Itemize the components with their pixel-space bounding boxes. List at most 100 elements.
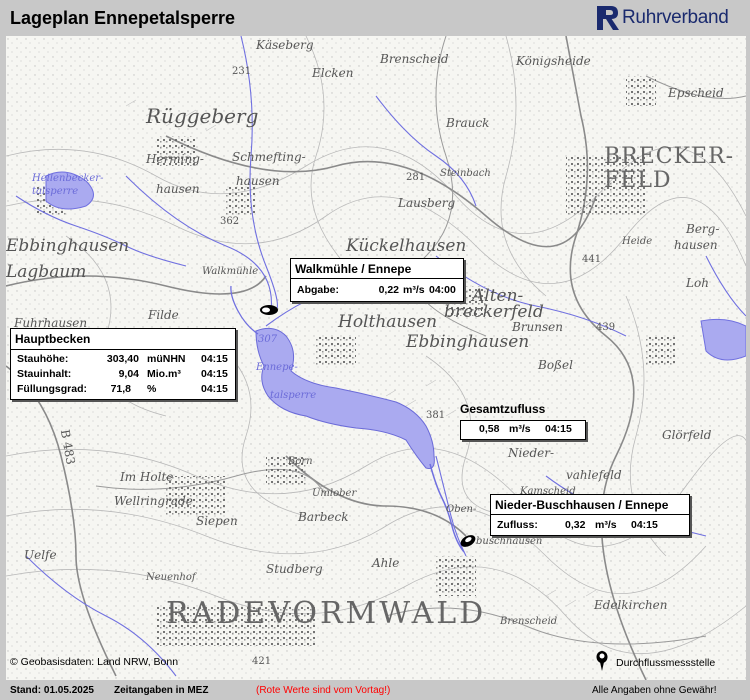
map-label-siepen: Siepen [196, 514, 238, 528]
map-label-steinbach: Steinbach [440, 168, 491, 179]
map-label-loh: Loh [686, 276, 709, 290]
map-label-vahlefeld: vahlefeld [566, 468, 622, 482]
logo-text: Ruhrverband [622, 7, 729, 28]
map-label-lausberg: Lausberg [398, 196, 456, 210]
map-label-barbeck: Barbeck [298, 510, 349, 524]
ruhrverband-logo: Ruhrverband [596, 4, 746, 32]
row-value: 71,8 [110, 383, 131, 395]
map-label-glorfeld: Glörfeld [662, 428, 712, 442]
map-label-ennepe: Ennepe- [256, 362, 298, 373]
map-label-bergehausen: Berg- [686, 222, 720, 236]
map-label-radevormwald: RADEVORMWALD [166, 596, 487, 631]
map-legend: Durchflussmessstelle [594, 650, 744, 674]
map-label-362: 362 [220, 216, 240, 227]
pin-icon [596, 651, 608, 671]
map-label-filde: Filde [148, 308, 179, 322]
map-label-ruggeberg: Rüggeberg [146, 104, 259, 128]
footer-zeitangaben: Zeitangaben in MEZ [114, 685, 209, 696]
station-hauptbecken-rows: Stauhöhe: 303,40 müNHN 04:15 Stauinhalt:… [11, 350, 235, 397]
map-label-307: 307 [258, 334, 278, 345]
station-niederbuschhausen-title: Nieder-Buschhausen / Ennepe [491, 495, 689, 515]
map-label-uelfe: Uelfe [24, 548, 57, 562]
map-label-epscheid: Epscheid [668, 86, 724, 100]
station-hauptbecken-row: Stauhöhe: 303,40 müNHN 04:15 [11, 352, 235, 367]
map-label-breckerfeld: BRECKER- [604, 144, 735, 169]
map-label-brunsen: Brunsen [512, 320, 563, 334]
map-label-brenscheid: Brenscheid [380, 52, 449, 66]
station-gesamtzufluss-time: 04:15 [545, 423, 572, 435]
map-label-lagbaum: Lagbaum [6, 262, 87, 282]
map-label-439: 439 [596, 322, 616, 333]
station-hauptbecken-row: Füllungsgrad: 71,8 % 04:15 [11, 382, 235, 397]
map-label-imholte: Im Holte [120, 470, 174, 484]
station-walkmuehle-unit: m³/s [403, 284, 425, 296]
map-label-born: Born [288, 456, 313, 467]
map-label-381: 381 [426, 410, 446, 421]
map-label-heide: Heide [622, 236, 653, 247]
map-label-231: 231 [232, 66, 252, 77]
map-label-ahle: Ahle [372, 556, 400, 570]
row-value: 9,04 [118, 368, 139, 380]
map-label-neuenhof: Neuenhof [146, 572, 196, 583]
station-gesamtzufluss-title: Gesamtzufluss [460, 402, 546, 416]
map-label-kaseberg: Käseberg [256, 38, 314, 52]
station-gesamtzufluss-row: 0,58 m³/s 04:15 [461, 422, 585, 437]
map-label-281: 281 [406, 172, 426, 183]
map-label-schmeftinghausen: Schmefting- [232, 150, 306, 164]
map-label-buschhausen: buschhausen [476, 536, 543, 547]
map-label-heilenbecker: Heilenbecker- talsperre [32, 173, 104, 197]
gauge-walkmuehle-marker[interactable] [260, 305, 278, 315]
station-hauptbecken-box[interactable]: Hauptbecken Stauhöhe: 303,40 müNHN 04:15… [10, 328, 236, 400]
footer-disclaimer: Alle Angaben ohne Gewähr! [592, 685, 717, 696]
row-label: Füllungsgrad: [17, 383, 87, 395]
map-label-bergehausen-2: hausen [674, 238, 718, 252]
station-niederbuschhausen-unit: m³/s [595, 519, 617, 531]
row-value: 303,40 [106, 353, 139, 365]
map-label-studberg: Studberg [266, 562, 323, 576]
map-label-edelkirchen: Edelkirchen [594, 598, 668, 612]
map-label-kuckelhausen: Kückelhausen [346, 236, 467, 256]
station-niederbuschhausen-label: Zufluss: [497, 519, 538, 531]
row-unit: müNHN [147, 353, 186, 365]
ruhrverband-logo-icon [597, 6, 619, 30]
map-label-ebbinghausen: Ebbinghausen [6, 236, 130, 256]
station-hauptbecken-row: Stauinhalt: 9,04 Mio.m³ 04:15 [11, 367, 235, 382]
station-walkmuehle-box[interactable]: Walkmühle / Ennepe Abgabe: 0,22 m³/s 04:… [290, 258, 464, 302]
station-gesamtzufluss-box: 0,58 m³/s 04:15 [460, 420, 586, 440]
map-label-herminghausen: Herming- [146, 152, 204, 166]
row-time: 04:15 [201, 368, 228, 380]
map-label-talsperre: talsperre [270, 390, 317, 401]
map-label-umlober: Umlober [312, 488, 357, 499]
map-label-breckerfeld-2: FELD [604, 168, 672, 193]
map-label-brauck: Brauck [446, 116, 490, 130]
map-label-bosel: Boßel [538, 358, 573, 372]
station-niederbuschhausen-row: Zufluss: 0,32 m³/s 04:15 [491, 518, 689, 533]
station-walkmuehle-label: Abgabe: [297, 284, 339, 296]
topographic-map[interactable]: RADEVORMWALD BRECKER- FELD Rüggeberg Ebb… [6, 36, 746, 680]
map-label-wellringrade: Wellringrade [114, 494, 193, 508]
station-walkmuehle-time: 04:00 [429, 284, 456, 296]
footer-vortag-note: (Rote Werte sind vom Vortag!) [256, 685, 391, 696]
map-label-altenbreckerfeld-2: breckerfeld [444, 302, 544, 322]
row-unit: % [147, 383, 157, 395]
map-label-441: 441 [582, 254, 602, 265]
station-gesamtzufluss[interactable]: Gesamtzufluss 0,58 m³/s 04:15 [460, 400, 586, 442]
map-label-schmeftinghausen-2: hausen [236, 174, 280, 188]
map-label-elcken: Elcken [312, 66, 354, 80]
copyright-notice: © Geobasisdaten: Land NRW, Bonn [10, 656, 179, 668]
footer-bar: Stand: 01.05.2025 Zeitangaben in MEZ (Ro… [0, 680, 750, 700]
page-title: Lageplan Ennepetalsperre [10, 8, 236, 28]
station-walkmuehle-row: Abgabe: 0,22 m³/s 04:00 [291, 283, 463, 298]
row-time: 04:15 [201, 383, 228, 395]
footer-stand: Stand: 01.05.2025 [10, 685, 94, 696]
map-label-nieder: Nieder- [508, 446, 555, 460]
station-niederbuschhausen-box[interactable]: Nieder-Buschhausen / Ennepe Zufluss: 0,3… [490, 494, 690, 536]
row-label: Stauinhalt: [17, 368, 72, 380]
row-unit: Mio.m³ [147, 368, 181, 380]
station-gesamtzufluss-unit: m³/s [509, 423, 531, 435]
row-time: 04:15 [201, 353, 228, 365]
row-label: Stauhöhe: [17, 353, 69, 365]
legend-label: Durchflussmessstelle [616, 657, 716, 669]
map-label-421: 421 [252, 656, 272, 667]
map-label-ebbinghausen2: Ebbinghausen [406, 332, 530, 352]
